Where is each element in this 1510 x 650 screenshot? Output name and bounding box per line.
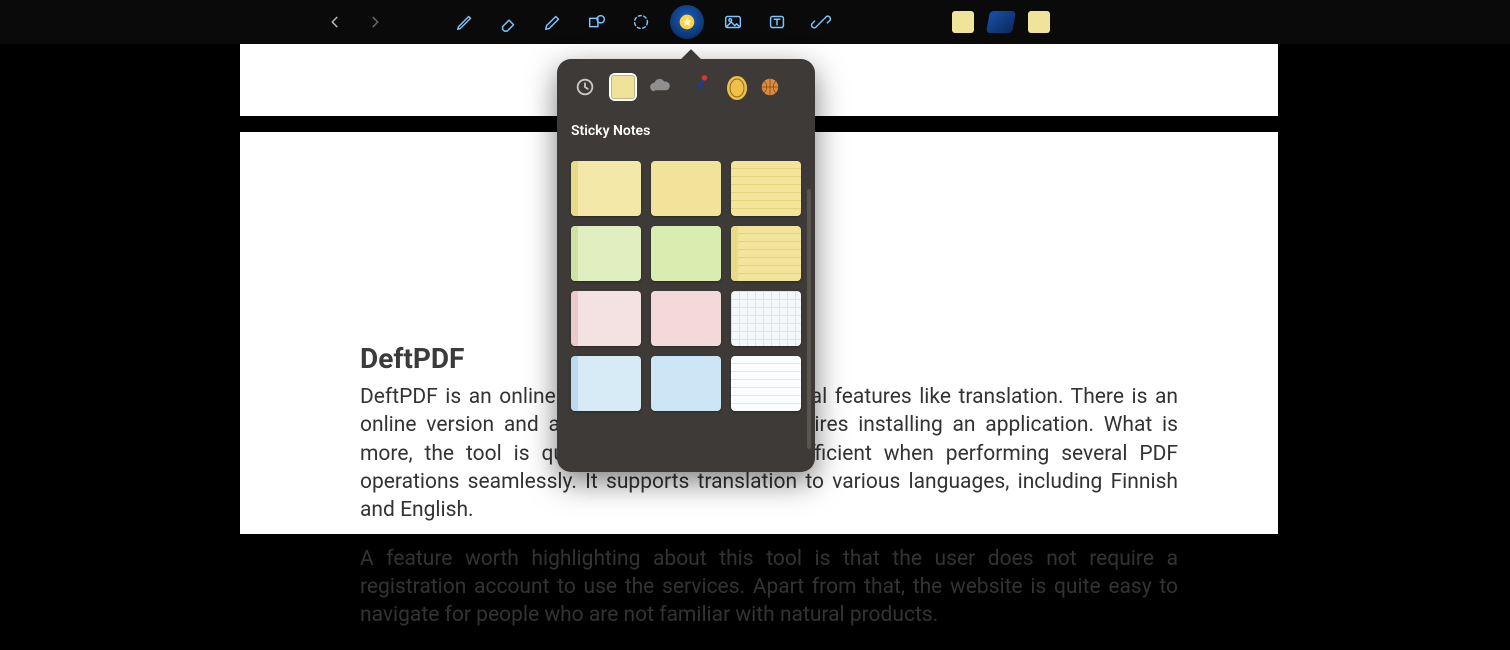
undo-button[interactable] — [320, 7, 350, 37]
sticky-note-white-lined[interactable] — [731, 356, 801, 411]
sticky-note-yellow-margin[interactable] — [571, 161, 641, 216]
quick-note-yellow[interactable] — [952, 11, 974, 33]
eraser-tool[interactable] — [494, 7, 524, 37]
lasso-tool[interactable] — [626, 7, 656, 37]
sticky-notes-grid — [557, 149, 815, 425]
sticky-note-yellow-lined[interactable] — [731, 161, 801, 216]
main-toolbar — [0, 0, 1510, 44]
category-ball[interactable] — [761, 73, 779, 101]
category-stamp[interactable] — [723, 73, 751, 101]
category-recent[interactable] — [571, 73, 599, 101]
shape-tool[interactable] — [582, 7, 612, 37]
redo-button[interactable] — [360, 7, 390, 37]
sticky-note-yellow-plain[interactable] — [651, 161, 721, 216]
category-pen[interactable] — [685, 73, 713, 101]
quick-note-yellow-2[interactable] — [1028, 11, 1050, 33]
sticky-note-blue-margin[interactable] — [571, 356, 641, 411]
highlighter-tool[interactable] — [538, 7, 568, 37]
category-cloud[interactable] — [647, 73, 675, 101]
stickers-tool[interactable] — [670, 5, 704, 39]
sticky-note-green-plain[interactable] — [651, 226, 721, 281]
text-tool[interactable] — [762, 7, 792, 37]
doc-paragraph-2: A feature worth highlighting about this … — [360, 545, 1178, 630]
note-icon — [611, 75, 635, 99]
pen-tool[interactable] — [450, 7, 480, 37]
stickers-popover: Sticky Notes — [557, 59, 815, 472]
sticky-note-pink-plain[interactable] — [651, 291, 721, 346]
category-notes[interactable] — [609, 73, 637, 101]
sticker-category-row — [557, 59, 815, 111]
image-tool[interactable] — [718, 7, 748, 37]
sticky-note-yellow-lined-margin[interactable] — [731, 226, 801, 281]
quick-eraser[interactable] — [988, 11, 1014, 33]
popover-scrollbar[interactable] — [807, 189, 811, 449]
sticky-note-pink-margin[interactable] — [571, 291, 641, 346]
sticky-note-green-margin[interactable] — [571, 226, 641, 281]
sticky-note-grid[interactable] — [731, 291, 801, 346]
sticky-note-blue-plain[interactable] — [651, 356, 721, 411]
popover-title: Sticky Notes — [557, 111, 815, 149]
link-tool[interactable] — [806, 7, 836, 37]
